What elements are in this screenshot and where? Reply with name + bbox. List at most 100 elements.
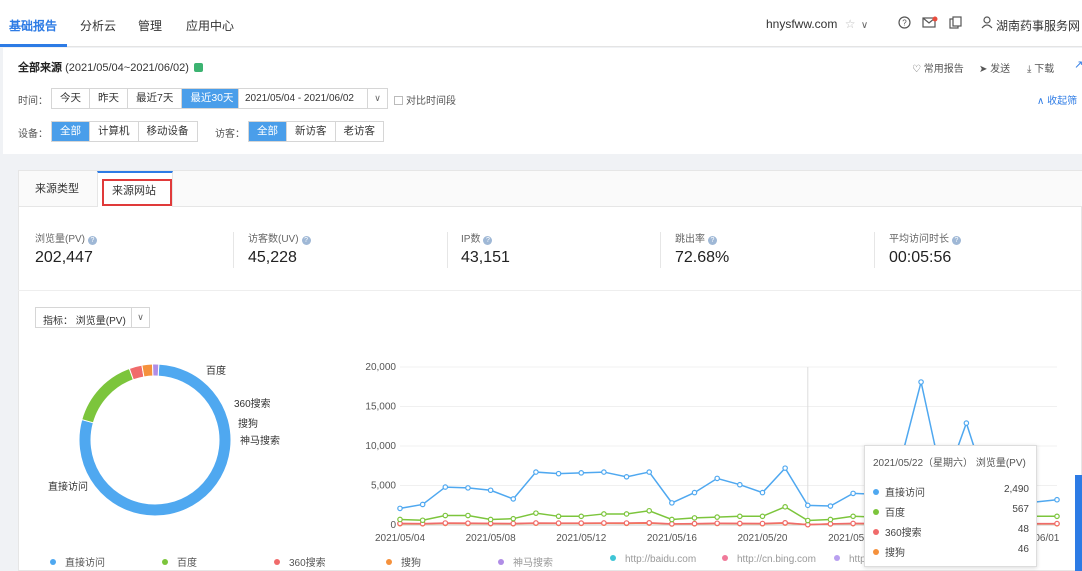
copy-icon[interactable] [949,16,962,29]
visitor-all-button[interactable]: 全部 [249,122,287,141]
indicator-select[interactable]: 指标： 浏览量(PV) ∨ [35,307,150,328]
data-point[interactable] [442,484,449,490]
data-point[interactable] [782,465,788,471]
data-point[interactable] [669,521,675,527]
legend-item[interactable]: http://cn.bing.com [722,554,816,565]
legend-item[interactable]: 360搜索 [274,554,326,569]
data-point[interactable] [646,507,653,514]
tab-source-type[interactable]: 来源类型 [35,171,79,207]
side-scrollbar[interactable] [1075,475,1082,571]
data-point[interactable] [465,485,471,491]
data-point[interactable] [465,520,471,526]
data-point[interactable] [1054,496,1060,503]
data-point[interactable] [646,469,653,475]
legend-item[interactable]: 神马搜索 [498,554,553,569]
collapse-filter-link[interactable]: ∧ 收起筛 [1037,92,1077,107]
data-point[interactable] [555,513,562,520]
data-point[interactable] [669,516,675,523]
data-point[interactable] [623,520,630,526]
data-point[interactable] [918,379,924,385]
time-7days-button[interactable]: 最近7天 [128,89,183,108]
data-point[interactable] [623,474,630,480]
data-point[interactable] [737,513,743,520]
visitor-returning-button[interactable]: 老访客 [336,122,384,141]
data-point[interactable] [578,520,585,526]
data-point[interactable] [963,420,970,426]
mail-icon[interactable] [922,16,938,29]
data-point[interactable] [465,512,471,519]
data-point[interactable] [397,516,403,523]
data-point[interactable] [510,515,517,522]
time-yesterday-button[interactable]: 昨天 [90,89,128,108]
data-point[interactable] [737,520,743,527]
data-point[interactable] [419,501,426,508]
data-point[interactable] [533,520,539,526]
data-point[interactable] [601,469,607,475]
visitor-new-button[interactable]: 新访客 [287,122,336,141]
legend-item[interactable]: 直接访问 [50,554,105,569]
send-link[interactable]: ➤ 发送 [979,60,1010,75]
data-point[interactable] [646,519,653,526]
nav-app-center[interactable]: 应用中心 [186,17,234,34]
data-point[interactable] [782,519,788,526]
data-point[interactable] [827,516,834,523]
data-point[interactable] [487,487,494,494]
help-icon[interactable]: ? [88,236,97,245]
data-point[interactable] [397,505,403,512]
data-point[interactable] [804,502,811,509]
data-point[interactable] [850,513,856,520]
data-point[interactable] [510,520,517,527]
user-icon[interactable] [981,16,993,29]
data-point[interactable] [601,511,607,517]
data-point[interactable] [759,489,766,496]
data-point[interactable] [555,520,562,526]
data-point[interactable] [714,520,720,527]
date-range-picker[interactable]: 2021/05/04 - 2021/06/02 ∨ [238,88,388,109]
chevron-down-icon[interactable]: ∨ [367,89,387,108]
tab-source-site[interactable]: 来源网站 [112,173,156,207]
donut-slice-1[interactable] [81,367,135,424]
date-range-input[interactable]: 2021/05/04 - 2021/06/02 [245,93,354,104]
data-point[interactable] [623,511,630,517]
data-point[interactable] [1054,513,1060,520]
donut-slice-4[interactable] [152,363,160,377]
data-point[interactable] [850,520,856,527]
download-link[interactable]: ⤓ 下载 [1027,60,1054,75]
data-point[interactable] [578,470,585,476]
expand-icon[interactable]: ↗ [1074,58,1082,71]
data-point[interactable] [782,504,788,510]
device-all-button[interactable]: 全部 [52,122,90,141]
data-point[interactable] [827,521,834,527]
data-point[interactable] [669,500,675,506]
data-point[interactable] [691,515,698,521]
help-icon[interactable]: ? [301,236,311,245]
data-point[interactable] [487,516,494,523]
chevron-down-icon[interactable]: ∨ [861,20,868,31]
nav-analysis-cloud[interactable]: 分析云 [80,17,116,34]
common-report-link[interactable]: ♡ 常用报告 [912,60,964,75]
help-icon[interactable]: ? [898,16,911,29]
data-point[interactable] [1054,520,1060,527]
data-point[interactable] [759,520,766,527]
legend-item[interactable]: 百度 [162,554,197,569]
data-point[interactable] [804,517,811,524]
data-point[interactable] [419,517,426,524]
help-icon[interactable]: ? [952,236,961,245]
data-point[interactable] [850,490,856,497]
data-point[interactable] [555,470,562,477]
chevron-down-icon[interactable]: ∨ [131,308,149,327]
data-point[interactable] [737,481,743,488]
device-computer-button[interactable]: 计算机 [90,122,139,141]
legend-item[interactable]: http://baidu.com [610,554,696,565]
device-mobile-button[interactable]: 移动设备 [139,122,197,141]
donut-slice-3[interactable] [141,363,154,378]
data-point[interactable] [714,475,720,482]
data-point[interactable] [442,512,449,519]
time-30days-button[interactable]: 最近30天 [182,89,242,108]
nav-basic-report[interactable]: 基础报告 [9,17,57,34]
data-point[interactable] [533,510,539,516]
data-point[interactable] [827,503,834,509]
star-icon[interactable]: ☆ [845,17,856,31]
legend-item[interactable]: http [834,554,866,565]
data-point[interactable] [533,469,539,475]
